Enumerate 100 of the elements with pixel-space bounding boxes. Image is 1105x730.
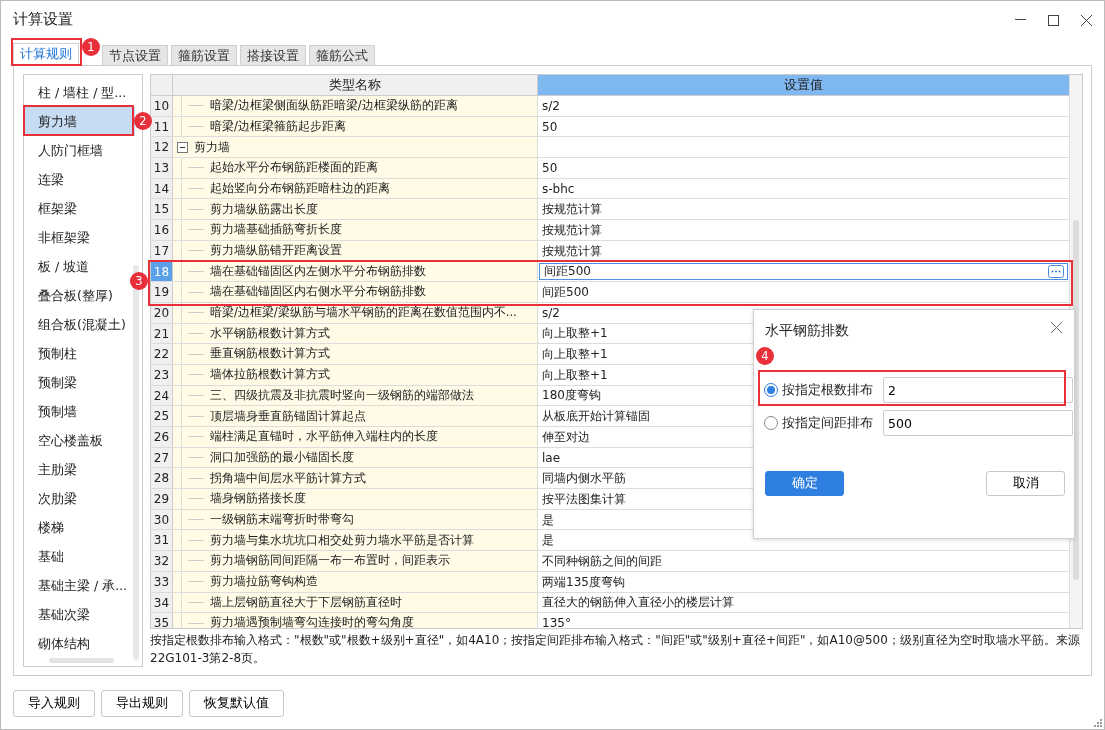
category-item[interactable]: 柱 / 墙柱 / 型... <box>25 78 135 107</box>
tab[interactable]: 计算规则 <box>13 43 79 65</box>
setting-value: 135° <box>542 615 571 628</box>
category-item[interactable]: 预制墙 <box>25 397 135 426</box>
input-field[interactable]: 500 <box>883 410 1073 436</box>
category-item[interactable]: 非框架梁 <box>25 223 135 252</box>
input-field[interactable]: 2 <box>883 377 1073 403</box>
setting-name: 剪力墙纵筋露出长度 <box>210 200 318 218</box>
row-number: 24 <box>151 385 173 406</box>
setting-name: 剪力墙 <box>194 138 230 156</box>
setting-name: 顶层墙身垂直筋锚固计算起点 <box>210 407 366 425</box>
setting-name: 起始水平分布钢筋距楼面的距离 <box>210 159 378 177</box>
category-item[interactable]: 空心楼盖板 <box>25 426 135 455</box>
row-number: 12 <box>151 137 173 158</box>
setting-name: 一级钢筋末端弯折时带弯勾 <box>210 510 354 528</box>
row-number: 27 <box>151 447 173 468</box>
tab[interactable]: 节点设置 <box>102 45 168 65</box>
step-number: 1 <box>82 38 100 56</box>
setting-value: 不同种钢筋之间的间距 <box>542 552 662 570</box>
category-item[interactable]: 基础 <box>25 542 135 571</box>
setting-name: 洞口加强筋的最小锚固长度 <box>210 448 354 466</box>
category-item[interactable]: 框架梁 <box>25 194 135 223</box>
row-number: 17 <box>151 240 173 261</box>
window-title: 计算设置 <box>13 10 73 30</box>
setting-value: lae <box>542 449 561 467</box>
step-number: 3 <box>130 272 148 290</box>
setting-name: 墙体拉筋根数计算方式 <box>210 366 330 384</box>
minimize-icon[interactable] <box>1015 19 1026 21</box>
collapse-icon[interactable] <box>177 141 188 153</box>
setting-name: 剪力墙与集水坑坑口相交处剪力墙水平筋是否计算 <box>210 531 474 549</box>
category-item[interactable]: 连梁 <box>25 165 135 194</box>
dialog-title: 水平钢筋排数 <box>765 321 849 340</box>
setting-value: 同墙内侧水平筋 <box>542 470 626 488</box>
row-number: 35 <box>151 613 173 628</box>
setting-value: s-bhc <box>542 180 575 198</box>
setting-name: 剪力墙钢筋同间距隔一布一布置时，间距表示 <box>210 552 450 570</box>
resize-grip-icon[interactable] <box>1094 719 1102 727</box>
row-number: 11 <box>151 116 173 137</box>
row-number: 31 <box>151 530 173 551</box>
setting-value: 两端135度弯钩 <box>542 573 625 591</box>
category-item[interactable]: 剪力墙 <box>25 107 135 136</box>
category-item[interactable]: 次肋梁 <box>25 484 135 513</box>
radio-label[interactable]: 按指定根数排布 <box>782 380 873 400</box>
action-button[interactable]: 导入规则 <box>13 690 95 717</box>
row-number: 28 <box>151 468 173 489</box>
row-number: 22 <box>151 344 173 364</box>
category-item[interactable]: 预制柱 <box>25 339 135 368</box>
setting-name: 暗梁/边框梁侧面纵筋距暗梁/边框梁纵筋的距离 <box>210 97 458 115</box>
category-item[interactable]: 组合板(混凝土) <box>25 310 135 339</box>
setting-value: 按平法图集计算 <box>542 490 626 508</box>
category-item[interactable]: 人防门框墙 <box>25 136 135 165</box>
setting-name: 拐角墙中间层水平筋计算方式 <box>210 469 366 487</box>
category-item[interactable]: 砌体结构 <box>25 629 135 658</box>
setting-name: 墙在基础锚固区内右侧水平分布钢筋排数 <box>210 283 426 301</box>
row-number: 33 <box>151 571 173 592</box>
tab[interactable]: 箍筋公式 <box>309 45 375 65</box>
setting-value: 直径大的钢筋伸入直径小的楼层计算 <box>542 594 734 612</box>
setting-name: 暗梁/边框梁/梁纵筋与墙水平钢筋的距离在数值范围内不... <box>210 304 517 322</box>
dialog-button[interactable]: 确定 <box>765 471 844 496</box>
radio-button[interactable] <box>764 383 778 397</box>
tab[interactable]: 搭接设置 <box>240 45 306 65</box>
action-button[interactable]: 导出规则 <box>101 690 183 717</box>
highlight-box <box>11 38 82 66</box>
setting-name: 三、四级抗震及非抗震时竖向一级钢筋的端部做法 <box>210 386 474 404</box>
row-number: 15 <box>151 199 173 220</box>
setting-value: 50 <box>542 159 558 177</box>
close-icon[interactable] <box>1081 14 1092 26</box>
radio-button[interactable] <box>764 416 778 430</box>
setting-name: 暗梁/边框梁箍筋起步距离 <box>210 117 346 135</box>
column-header: 设置值 <box>538 75 1069 95</box>
category-item[interactable]: 楼梯 <box>25 513 135 542</box>
category-item[interactable]: 基础次梁 <box>25 600 135 629</box>
setting-value: s/2 <box>542 304 560 322</box>
close-icon[interactable] <box>1051 322 1062 333</box>
setting-name: 墙上层钢筋直径大于下层钢筋直径时 <box>210 593 402 611</box>
value-field[interactable]: 间距500 <box>539 262 1068 281</box>
setting-value: 按规范计算 <box>542 221 602 239</box>
row-number: 19 <box>151 282 173 302</box>
setting-value: s/2 <box>542 97 560 115</box>
tab[interactable]: 箍筋设置 <box>171 45 237 65</box>
category-item[interactable]: 基础主梁 / 承... <box>25 571 135 600</box>
row-number: 23 <box>151 364 173 385</box>
row-number: 21 <box>151 323 173 344</box>
dialog-button[interactable]: 取消 <box>986 471 1065 496</box>
row-number: 25 <box>151 406 173 426</box>
setting-value: 伸至对边 <box>542 428 590 446</box>
row-number: 32 <box>151 551 173 571</box>
more-icon[interactable] <box>1048 264 1064 278</box>
radio-label[interactable]: 按指定间距排布 <box>782 413 873 433</box>
category-item[interactable]: 主肋梁 <box>25 455 135 484</box>
category-item[interactable]: 预制梁 <box>25 368 135 397</box>
row-number: 13 <box>151 158 173 178</box>
setting-name: 垂直钢筋根数计算方式 <box>210 345 330 363</box>
setting-value: 向上取整+1 <box>542 346 608 364</box>
maximize-icon[interactable] <box>1048 14 1059 26</box>
row-number: 26 <box>151 427 173 447</box>
setting-name: 端柱满足直锚时，水平筋伸入端柱内的长度 <box>210 428 438 446</box>
action-button[interactable]: 恢复默认值 <box>189 690 284 717</box>
row-number: 34 <box>151 592 173 613</box>
setting-name: 墙身钢筋搭接长度 <box>210 490 306 508</box>
